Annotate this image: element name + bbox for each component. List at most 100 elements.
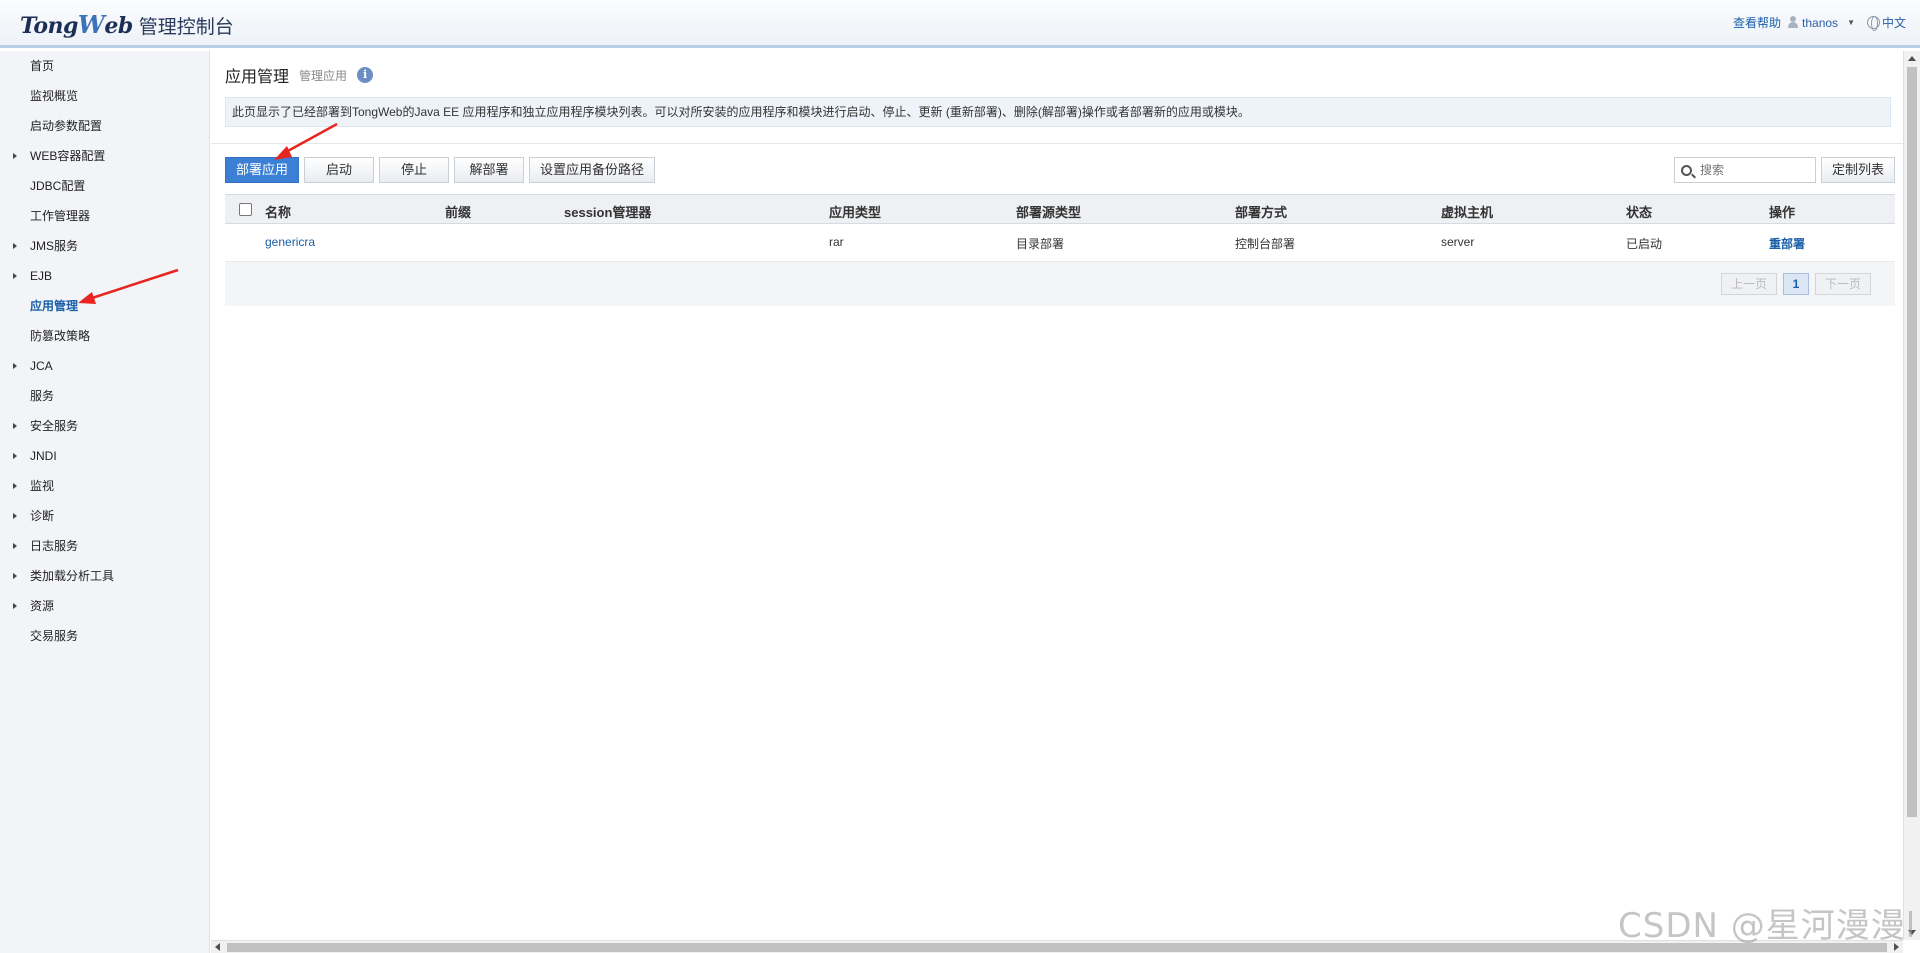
sidebar-item-diagnostics[interactable]: 诊断 — [0, 501, 209, 531]
toolbar: 部署应用 启动 停止 解部署 设置应用备份路径 — [225, 157, 656, 183]
expand-arrow-icon — [13, 273, 17, 279]
sidebar-item-label: 安全服务 — [30, 419, 79, 433]
sidebar-item-label: 应用管理 — [30, 299, 79, 313]
sidebar-item-label: 诊断 — [30, 509, 55, 523]
scroll-up-icon[interactable] — [1908, 56, 1916, 61]
next-page-button[interactable]: 下一页 — [1815, 273, 1871, 295]
sidebar-item-monitor[interactable]: 监视 — [0, 471, 209, 501]
sidebar-item-app-management[interactable]: 应用管理 — [0, 291, 209, 321]
page-subtitle: 管理应用 — [299, 68, 348, 83]
sidebar-item-ejb[interactable]: EJB — [0, 261, 209, 291]
main-content: 应用管理 管理应用 i 此页显示了已经部署到TongWeb的Java EE 应用… — [211, 51, 1903, 940]
expand-arrow-icon — [13, 153, 17, 159]
expand-arrow-icon — [13, 423, 17, 429]
sidebar-item-label: JCA — [30, 359, 53, 373]
sidebar-item-label: 类加载分析工具 — [30, 569, 115, 583]
sidebar-item-startup-params[interactable]: 启动参数配置 — [0, 111, 209, 141]
expand-arrow-icon — [13, 243, 17, 249]
sidebar-item-label: EJB — [30, 269, 53, 283]
tongweb-logo: TongWeb 管理控制台 — [20, 10, 234, 39]
col-header-deploy-mode[interactable]: 部署方式 — [1235, 202, 1287, 221]
sidebar-item-log-service[interactable]: 日志服务 — [0, 531, 209, 561]
page-number-button[interactable]: 1 — [1783, 273, 1809, 295]
vertical-scrollbar[interactable] — [1903, 51, 1920, 940]
redeploy-link[interactable]: 重部署 — [1769, 235, 1805, 252]
help-link[interactable]: 查看帮助 — [1733, 14, 1781, 31]
stop-button[interactable]: 停止 — [379, 157, 450, 183]
deploy-app-button[interactable]: 部署应用 — [225, 157, 300, 183]
language-label: 中文 — [1881, 16, 1906, 30]
col-header-virtual-host[interactable]: 虚拟主机 — [1441, 202, 1493, 221]
language-switch[interactable]: 中文 — [1866, 14, 1906, 31]
expand-arrow-icon — [13, 543, 17, 549]
sidebar-item-label: 监视 — [30, 479, 55, 493]
vertical-scroll-thumb[interactable] — [1907, 67, 1917, 817]
pagination: 上一页 1 下一页 — [1721, 273, 1871, 295]
sidebar-item-resources[interactable]: 资源 — [0, 591, 209, 621]
info-icon[interactable]: i — [357, 67, 374, 83]
sidebar-item-label: WEB容器配置 — [30, 149, 106, 163]
sidebar-item-label: JMS服务 — [30, 239, 79, 253]
sidebar-item-label: 监视概览 — [30, 89, 79, 103]
set-backup-path-button[interactable]: 设置应用备份路径 — [529, 157, 656, 183]
caret-down-icon: ▼ — [1847, 18, 1855, 27]
prev-page-button[interactable]: 上一页 — [1721, 273, 1777, 295]
logo-subtitle: 管理控制台 — [138, 16, 234, 38]
logo-brand-w: W — [77, 10, 105, 39]
sidebar-item-monitor-overview[interactable]: 监视概览 — [0, 81, 209, 111]
sidebar-item-label: 交易服务 — [30, 629, 79, 643]
sidebar-item-classloader-tool[interactable]: 类加载分析工具 — [0, 561, 209, 591]
sidebar-item-jdbc[interactable]: JDBC配置 — [0, 171, 209, 201]
logo-brand-part: Tong — [20, 13, 78, 39]
sidebar-item-security[interactable]: 安全服务 — [0, 411, 209, 441]
page-title-row: 应用管理 管理应用 i — [225, 63, 374, 87]
col-header-prefix[interactable]: 前缀 — [445, 202, 471, 221]
logo-brand: TongWeb — [20, 10, 133, 39]
expand-arrow-icon — [13, 363, 17, 369]
watermark: CSDN @星河漫漫l — [1618, 906, 1917, 946]
sidebar-item-jca[interactable]: JCA — [0, 351, 209, 381]
sidebar-item-home[interactable]: 首页 — [0, 51, 209, 81]
col-header-source-type[interactable]: 部署源类型 — [1016, 202, 1081, 221]
sidebar-item-jms[interactable]: JMS服务 — [0, 231, 209, 261]
top-header: TongWeb 管理控制台 查看帮助 thanos ▼ 中文 — [0, 0, 1920, 48]
customize-columns-button[interactable]: 定制列表 — [1821, 157, 1896, 183]
expand-arrow-icon — [13, 603, 17, 609]
col-header-app-type[interactable]: 应用类型 — [829, 202, 881, 221]
user-menu[interactable]: thanos ▼ — [1787, 16, 1855, 30]
col-header-action: 操作 — [1769, 205, 1796, 220]
cell-source-type: 目录部署 — [1016, 237, 1065, 251]
sidebar-item-web-container[interactable]: WEB容器配置 — [0, 141, 209, 171]
sidebar-item-services[interactable]: 服务 — [0, 381, 209, 411]
scroll-left-icon[interactable] — [215, 943, 220, 951]
table-row: genericra rar 目录部署 控制台部署 server 已启动 重部署 — [225, 224, 1895, 262]
col-header-session[interactable]: session管理器 — [564, 202, 651, 221]
sidebar-item-tamper-policy[interactable]: 防篡改策略 — [0, 321, 209, 351]
sidebar-item-jndi[interactable]: JNDI — [0, 441, 209, 471]
expand-arrow-icon — [13, 573, 17, 579]
undeploy-button[interactable]: 解部署 — [454, 157, 525, 183]
sidebar-item-label: 启动参数配置 — [30, 119, 103, 133]
sidebar-item-label: 首页 — [30, 59, 55, 73]
checkbox[interactable] — [239, 203, 252, 216]
sidebar-item-label: 服务 — [30, 389, 55, 403]
sidebar-item-label: 工作管理器 — [30, 209, 91, 223]
page-description: 此页显示了已经部署到TongWeb的Java EE 应用程序和独立应用程序模块列… — [225, 97, 1891, 127]
search-box[interactable] — [1674, 157, 1816, 183]
col-header-status[interactable]: 状态 — [1626, 202, 1652, 221]
start-button[interactable]: 启动 — [304, 157, 375, 183]
cell-status: 已启动 — [1626, 237, 1663, 251]
search-input[interactable] — [1700, 163, 1810, 177]
app-name-link[interactable]: genericra — [265, 235, 315, 249]
search-icon — [1681, 164, 1692, 176]
sidebar-item-work-manager[interactable]: 工作管理器 — [0, 201, 209, 231]
globe-icon — [1866, 16, 1880, 31]
table-header: 名称 前缀 session管理器 应用类型 部署源类型 部署方式 虚拟主机 状态… — [225, 194, 1895, 224]
sidebar-item-label: 日志服务 — [30, 539, 79, 553]
header-actions: 查看帮助 thanos ▼ 中文 — [1733, 14, 1906, 31]
col-header-name[interactable]: 名称 — [265, 202, 291, 221]
select-all-checkbox[interactable] — [239, 203, 252, 216]
pagination-bar: 上一页 1 下一页 — [225, 262, 1895, 306]
sidebar-item-transaction[interactable]: 交易服务 — [0, 621, 209, 651]
sidebar-item-label: JNDI — [30, 449, 57, 463]
